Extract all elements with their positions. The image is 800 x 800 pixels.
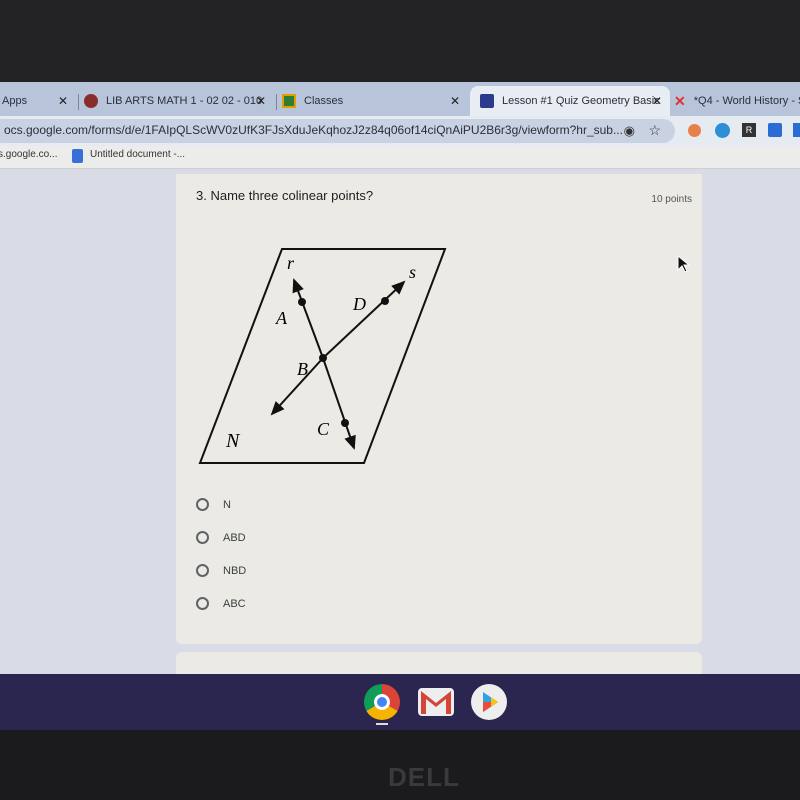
location-icon[interactable]: ◉ xyxy=(624,123,635,139)
monitor-bezel-top xyxy=(0,0,800,82)
question-title: 3. Name three colinear points? xyxy=(196,188,374,203)
x-logo-icon: ✕ xyxy=(674,93,686,109)
play-store-icon[interactable] xyxy=(471,684,507,720)
bookmark-item[interactable]: s.google.co... xyxy=(0,149,57,160)
point-c xyxy=(341,419,349,427)
label-plane-n: N xyxy=(225,430,241,452)
option-abd[interactable]: ABD xyxy=(196,531,246,544)
tab-label: Apps xyxy=(2,95,28,107)
option-label: N xyxy=(223,498,231,511)
label-s: s xyxy=(409,262,416,282)
course-icon xyxy=(84,94,98,108)
gmail-icon[interactable] xyxy=(418,688,454,716)
tab-lesson-quiz[interactable]: Lesson #1 Quiz Geometry Basic ✕ xyxy=(470,86,670,116)
classroom-icon xyxy=(282,94,296,108)
label-a: A xyxy=(275,308,288,328)
tab-strip: Apps ✕ LIB ARTS MATH 1 - 02 02 - 010 ✕ C… xyxy=(0,82,800,116)
dell-logo: DELL xyxy=(388,762,460,792)
bookmarks-bar: s.google.co... Untitled document -... xyxy=(0,146,800,169)
radio-button[interactable] xyxy=(196,531,209,544)
radio-button[interactable] xyxy=(196,597,209,610)
point-a xyxy=(298,298,306,306)
option-label: ABC xyxy=(223,597,246,610)
docs-icon xyxy=(72,149,83,163)
close-icon[interactable]: ✕ xyxy=(652,94,662,108)
extension-orange-icon[interactable] xyxy=(688,124,701,137)
point-d xyxy=(381,297,389,305)
forms-icon xyxy=(480,94,494,108)
tab-apps[interactable]: Apps ✕ xyxy=(0,86,76,116)
tab-classes[interactable]: Classes ✕ xyxy=(282,86,468,116)
option-nbd[interactable]: NBD xyxy=(196,564,246,577)
tab-separator xyxy=(276,94,277,110)
tab-world-history[interactable]: ✕ *Q4 - World History - S xyxy=(674,86,800,116)
address-bar[interactable]: ocs.google.com/forms/d/e/1FAIpQLScWV0zUf… xyxy=(0,119,675,143)
bookmark-star-icon[interactable]: ☆ xyxy=(648,122,661,139)
close-icon[interactable]: ✕ xyxy=(256,94,266,108)
question-points: 10 points xyxy=(651,194,692,205)
address-row: ocs.google.com/forms/d/e/1FAIpQLScWV0zUf… xyxy=(0,116,800,146)
tab-label: LIB ARTS MATH 1 - 02 02 - 010 xyxy=(106,95,263,107)
question-card: 3. Name three colinear points? 10 points… xyxy=(176,174,702,644)
url-text[interactable]: ocs.google.com/forms/d/e/1FAIpQLScWV0zUf… xyxy=(4,123,623,137)
tab-label: Lesson #1 Quiz Geometry Basic xyxy=(502,95,660,107)
label-r: r xyxy=(287,253,295,273)
label-b: B xyxy=(297,359,308,379)
option-label: ABD xyxy=(223,531,246,544)
close-icon[interactable]: ✕ xyxy=(450,94,460,108)
extension-download-icon[interactable] xyxy=(768,123,782,137)
point-b xyxy=(319,354,327,362)
option-label: NBD xyxy=(223,564,247,577)
extension-blue-icon[interactable] xyxy=(715,123,730,138)
tab-label: *Q4 - World History - S xyxy=(693,95,800,107)
extension-more-icon[interactable] xyxy=(793,123,800,137)
bookmark-item[interactable]: Untitled document -... xyxy=(90,149,185,160)
line-r xyxy=(292,278,324,359)
geometry-figure: r s A B C D N xyxy=(198,248,447,464)
mouse-cursor-icon xyxy=(677,255,691,273)
option-n[interactable]: N xyxy=(196,498,231,511)
option-abc[interactable]: ABC xyxy=(196,597,246,610)
label-c: C xyxy=(317,419,330,439)
active-app-indicator xyxy=(376,723,388,725)
monitor-bezel-bottom: DELL xyxy=(0,730,800,800)
chrome-icon[interactable] xyxy=(364,684,400,720)
tab-label: Classes xyxy=(304,95,344,107)
close-icon[interactable]: ✕ xyxy=(58,94,68,108)
radio-button[interactable] xyxy=(196,498,209,511)
tab-separator xyxy=(78,94,79,110)
tab-lib-arts-math[interactable]: LIB ARTS MATH 1 - 02 02 - 010 ✕ xyxy=(84,86,274,116)
extension-r-icon[interactable]: R xyxy=(742,123,756,137)
os-shelf xyxy=(0,674,800,730)
radio-button[interactable] xyxy=(196,564,209,577)
label-d: D xyxy=(352,294,366,314)
